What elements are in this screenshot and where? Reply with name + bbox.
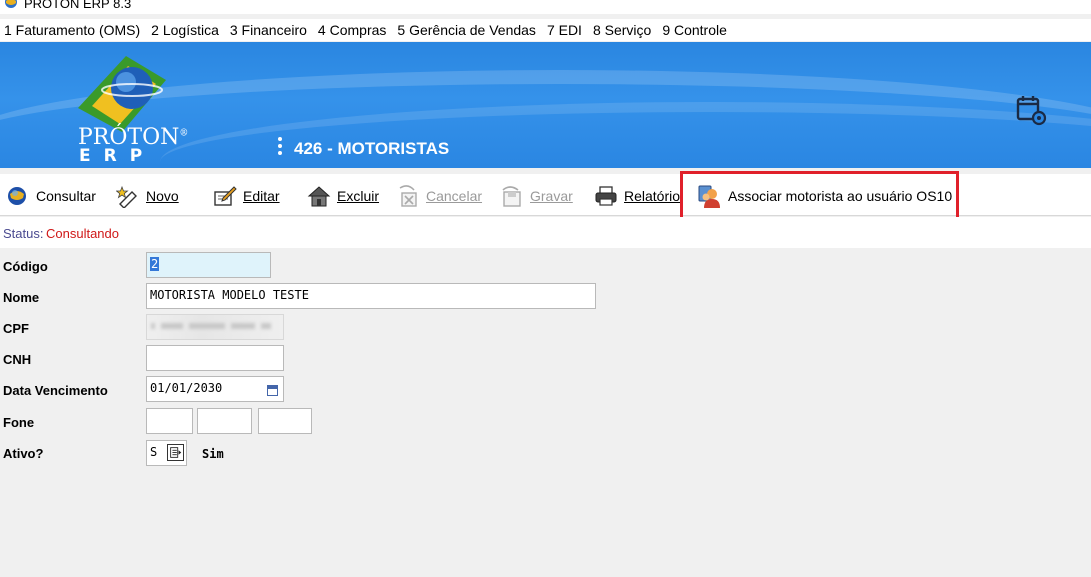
- cancelar-button[interactable]: Cancelar: [396, 184, 482, 208]
- globe-search-icon: [8, 187, 26, 205]
- calendar-icon[interactable]: [267, 385, 278, 396]
- status-bar: Status: Consultando: [0, 217, 1091, 248]
- cnh-field[interactable]: [146, 345, 284, 371]
- editar-label: Editar: [243, 188, 280, 204]
- cpf-redacted: [147, 315, 283, 339]
- app-globe-icon: [5, 0, 17, 8]
- consultar-button[interactable]: Consultar: [6, 184, 96, 208]
- fone-prefix-field[interactable]: [197, 408, 252, 434]
- menu-bar: 1 Faturamento (OMS) 2 Logística 3 Financ…: [0, 19, 1091, 41]
- status-value: Consultando: [46, 226, 119, 241]
- list-lookup-icon[interactable]: [167, 444, 184, 461]
- menu-controle[interactable]: 9 Controle: [657, 22, 733, 38]
- associar-motorista-button[interactable]: Associar motorista ao usuário OS10: [698, 184, 952, 208]
- new-star-icon: [116, 185, 137, 208]
- header-banner: PRÓTON® ERP 426 - MOTORISTAS: [0, 42, 1091, 168]
- menu-financeiro[interactable]: 3 Financeiro: [225, 22, 313, 38]
- cancelar-label: Cancelar: [426, 188, 483, 204]
- screen-menu-dots-icon[interactable]: [278, 137, 283, 157]
- data-vencimento-field[interactable]: 01/01/2030: [146, 376, 284, 402]
- ativo-value: S: [150, 445, 158, 459]
- fone-number-field[interactable]: [258, 408, 312, 434]
- cnh-label: CNH: [3, 352, 32, 367]
- menu-edi[interactable]: 7 EDI: [542, 22, 588, 38]
- gravar-label: Gravar: [530, 188, 573, 204]
- ativo-description: Sim: [202, 447, 224, 461]
- nome-label: Nome: [3, 290, 40, 305]
- fone-label: Fone: [3, 415, 35, 430]
- relatorio-button[interactable]: Relatório: [594, 184, 680, 208]
- logo-text-erp: ERP: [79, 146, 156, 166]
- menu-compras[interactable]: 4 Compras: [313, 22, 392, 38]
- excluir-label: Excluir: [337, 188, 380, 204]
- codigo-field[interactable]: 2: [146, 252, 271, 278]
- relatorio-label: Relatório: [624, 188, 681, 204]
- delete-house-icon: [307, 186, 331, 207]
- consultar-label: Consultar: [36, 188, 96, 204]
- cancel-icon: [399, 185, 417, 207]
- menu-servico[interactable]: 8 Serviço: [588, 22, 657, 38]
- codigo-label: Código: [3, 259, 48, 274]
- driver-form: Código 2 Nome MOTORISTA MODELO TESTE CPF…: [0, 248, 1091, 577]
- title-bar: PRÓTON ERP 8.3: [0, 0, 1091, 14]
- toolbar: Consultar Novo Editar Excluir Cancelar G…: [0, 174, 1091, 216]
- codigo-value: 2: [150, 257, 160, 271]
- save-icon: [502, 186, 521, 207]
- cpf-field[interactable]: [146, 314, 284, 340]
- printer-icon: [595, 186, 617, 206]
- window-title: PRÓTON ERP 8.3: [24, 0, 132, 11]
- cpf-label: CPF: [3, 321, 29, 336]
- status-label: Status:: [3, 226, 44, 241]
- gravar-button[interactable]: Gravar: [500, 184, 573, 208]
- editar-button[interactable]: Editar: [213, 184, 280, 208]
- calendar-gear-icon[interactable]: [1015, 94, 1047, 126]
- associate-users-icon: [698, 185, 720, 208]
- menu-logistica[interactable]: 2 Logística: [146, 22, 225, 38]
- data-vencimento-value: 01/01/2030: [150, 381, 223, 395]
- edit-pencil-icon: [214, 186, 237, 206]
- fone-ddd-field[interactable]: [146, 408, 193, 434]
- menu-faturamento[interactable]: 1 Faturamento (OMS): [0, 22, 146, 38]
- menu-gerencia-vendas[interactable]: 5 Gerência de Vendas: [392, 22, 542, 38]
- novo-button[interactable]: Novo: [116, 184, 179, 208]
- excluir-button[interactable]: Excluir: [307, 184, 379, 208]
- nome-field[interactable]: MOTORISTA MODELO TESTE: [146, 283, 596, 309]
- ativo-label: Ativo?: [3, 446, 44, 461]
- ativo-field[interactable]: S: [146, 440, 187, 466]
- novo-label: Novo: [146, 188, 179, 204]
- screen-title: 426 - MOTORISTAS: [294, 139, 450, 158]
- associar-label: Associar motorista ao usuário OS10: [728, 188, 953, 204]
- data-vencimento-label: Data Vencimento: [3, 383, 108, 398]
